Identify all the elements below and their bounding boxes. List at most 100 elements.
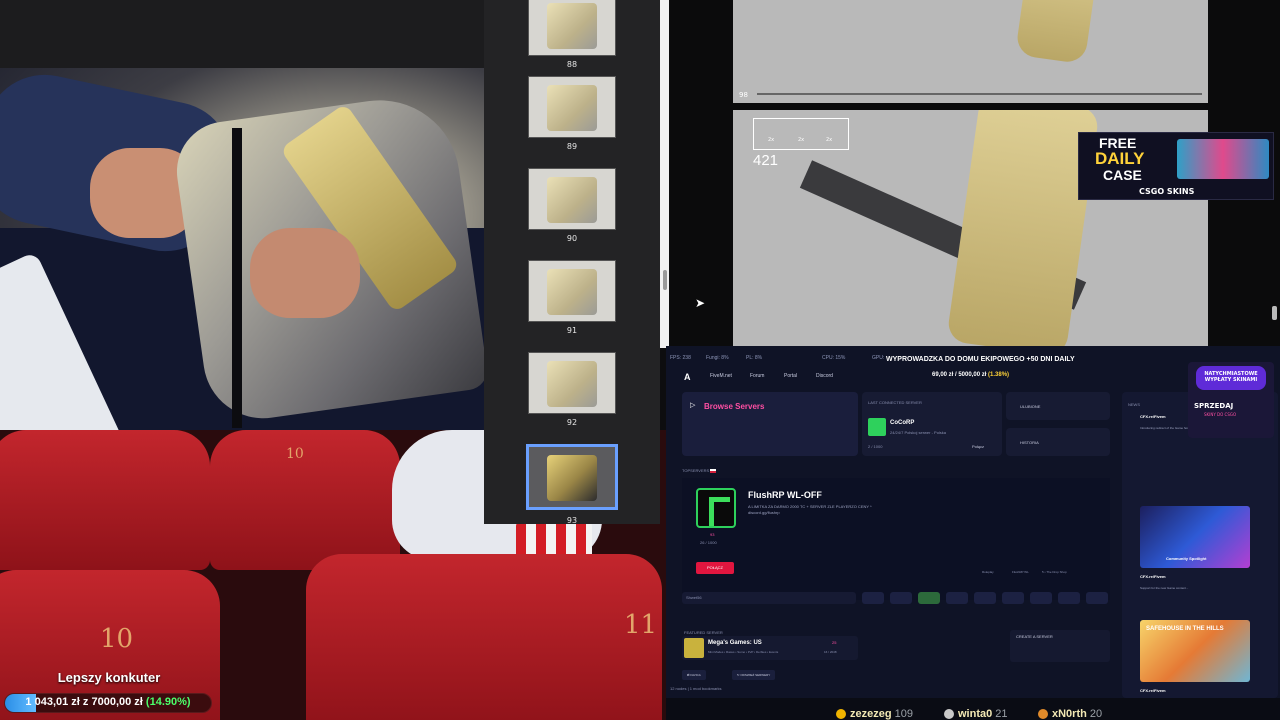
featured-server-card[interactable]: Mega's Games: US Mini Modes • Races • Su… — [682, 636, 858, 660]
goal-percent: (14.90%) — [145, 696, 191, 708]
thumbnail-number: 91 — [566, 326, 578, 335]
favorites-label: ULUBIONE — [1020, 404, 1041, 409]
news-label: NEWS — [1128, 402, 1140, 407]
seat-number: 11 — [624, 610, 658, 640]
part-count: 2x — [798, 137, 805, 143]
stream-headline: WYPROWADZKA DO DOMU EKIPOWEGO +50 DNI DA… — [886, 356, 1075, 363]
last-server-players: 2 / 1000 — [868, 444, 883, 449]
pane-divider[interactable] — [660, 0, 669, 348]
goal-separator: z — [82, 696, 89, 708]
builder-hand-right — [250, 228, 360, 318]
seat-number: 10 — [100, 624, 134, 654]
stat-pl: PL: 8% — [746, 355, 763, 361]
news-author: CFX.re/Fivem — [1140, 574, 1166, 579]
page-number: 98 — [739, 91, 748, 99]
filter-chip[interactable] — [1030, 592, 1052, 604]
hero-tag: Roleplay — [982, 570, 994, 574]
goal-amount: 1 043,01 zł — [25, 696, 80, 708]
stat-fps: FPS: 238 — [670, 355, 691, 361]
play-icon: ▷ — [690, 402, 696, 409]
last-server-join[interactable]: Połącz — [972, 444, 984, 449]
filter-chip[interactable] — [890, 592, 912, 604]
stat-cpu: CPU: 15% — [822, 355, 846, 361]
news-line: Support for the new Game content... — [1140, 586, 1189, 590]
last-connected-card[interactable]: LAST CONNECTED SERVER CoCoRP 24/24/7 Pol… — [862, 392, 1002, 456]
browse-servers-button[interactable]: ▷ Browse Servers — [682, 392, 858, 456]
server-icon — [868, 418, 886, 436]
filter-chip[interactable] — [1002, 592, 1024, 604]
cinema-seat — [0, 430, 210, 570]
nav-forum[interactable]: Forum — [750, 373, 764, 379]
connect-button[interactable]: POŁĄCZ — [696, 562, 734, 574]
filter-chip[interactable] — [1086, 592, 1108, 604]
featured-server-name: Mega's Games: US — [708, 640, 762, 646]
featured-hero: FlushRP WL-OFF A LIMITKA ZA DARMO 2000 T… — [682, 478, 1110, 600]
create-server-label: CREATE A SERVER — [1016, 634, 1053, 639]
sell-ad-sub: SKINY DO CSGO — [1204, 412, 1237, 417]
viewer-count: 21 — [995, 708, 1008, 720]
seat-number: 10 — [286, 446, 304, 462]
csgo-skins-ad[interactable]: FREE DAILY CASE CSGO SKINS — [1078, 132, 1274, 200]
viewer-scrollbar[interactable] — [1272, 306, 1277, 320]
nav-portal[interactable]: Portal — [784, 373, 797, 379]
page-thumbnail[interactable] — [528, 168, 616, 230]
favorite-pill[interactable]: ⇄ FAVICA — [682, 670, 706, 680]
news-author: CFX.re/Fivem — [1140, 688, 1166, 693]
page-thumbnail[interactable] — [528, 76, 616, 138]
case-images — [1177, 139, 1269, 179]
fivem-logo[interactable]: A — [684, 372, 691, 382]
thumbnail-preview — [547, 269, 597, 315]
page-thumbnails: 88 89 90 91 92 93 — [484, 0, 660, 524]
thumbnail-preview — [547, 85, 597, 131]
nav-discord[interactable]: Discord — [816, 373, 833, 379]
page-thumbnail[interactable] — [528, 352, 616, 414]
donation-goal: Lepszy konkuter 1 043,01 zł z 7000,00 zł… — [0, 668, 218, 720]
stat-gpu: GPU: — [872, 355, 885, 361]
last-server-desc: 24/24/7 Polskoj serwer - Polska — [890, 430, 947, 435]
badge-icon — [944, 709, 954, 720]
goal-target: 7000,00 zł — [91, 696, 143, 708]
part-count: 2x — [826, 137, 833, 143]
filter-chip[interactable] — [974, 592, 996, 604]
filter-chip[interactable] — [862, 592, 884, 604]
ad-brand: CSGO SKINS — [1139, 187, 1195, 196]
poland-flag-icon — [710, 468, 717, 473]
page-thumbnail[interactable] — [526, 444, 618, 510]
viewer-name: zezezeg — [850, 708, 892, 720]
news-author: CFX.re/Fivem — [1140, 414, 1166, 419]
featured-likes: 25 — [832, 640, 837, 645]
featured-label: FEATURED SERVER — [684, 630, 723, 635]
history-button[interactable]: HISTORIA — [1006, 428, 1110, 456]
browse-servers-label: Browse Servers — [704, 402, 765, 411]
cinema-seat-front — [306, 554, 662, 720]
stream-layout: 10 11 10 Lepszy konkuter 1 043,01 zł z 7… — [0, 0, 1280, 720]
server-search-input[interactable]: Shwet56 — [682, 592, 856, 604]
lamp-pole — [232, 128, 242, 428]
community-spotlight-image[interactable]: Community Spotlight — [1140, 506, 1250, 568]
filter-chip[interactable] — [946, 592, 968, 604]
page-progress — [757, 93, 1202, 95]
ad-line-2: DAILY — [1095, 149, 1145, 168]
refresh-servers-pill[interactable]: ↻ ODSWIEŻ SERWERY — [732, 670, 776, 680]
ad-line-3: CASE — [1103, 167, 1142, 183]
favorites-button[interactable]: ULUBIONE — [1006, 392, 1110, 420]
server-count-label: 12 nodes | 1 mod bookmarks — [670, 686, 722, 691]
filter-chip[interactable] — [918, 592, 940, 604]
thumbnail-preview — [547, 455, 597, 501]
featured-server-desc: Mini Modes • Races • Sumo • PvP • Derbie… — [708, 650, 779, 654]
page-thumbnail[interactable] — [528, 260, 616, 322]
model-leg — [946, 110, 1100, 346]
stat-fungi: Fungi: 8% — [706, 355, 729, 361]
filter-chip[interactable] — [1058, 592, 1080, 604]
page-thumbnail[interactable] — [528, 0, 616, 56]
nav-fivem[interactable]: FiveM.net — [710, 373, 732, 379]
sell-skins-ad[interactable]: NATYCHMIASTOWE WYPŁATY SKINAMI SPRZEDAJ … — [1188, 362, 1274, 438]
safehouse-image[interactable]: SAFEHOUSE IN THE HILLS — [1140, 620, 1250, 682]
step-number: 421 — [753, 152, 779, 169]
thumbnail-number: 88 — [566, 60, 578, 69]
create-server-button[interactable]: CREATE A SERVER — [1010, 630, 1110, 662]
megas-games-icon — [684, 638, 704, 658]
thumbnails-scrollbar[interactable] — [663, 270, 667, 290]
thumbnail-number: 93 — [566, 516, 578, 524]
thumbnail-number: 92 — [566, 418, 578, 427]
